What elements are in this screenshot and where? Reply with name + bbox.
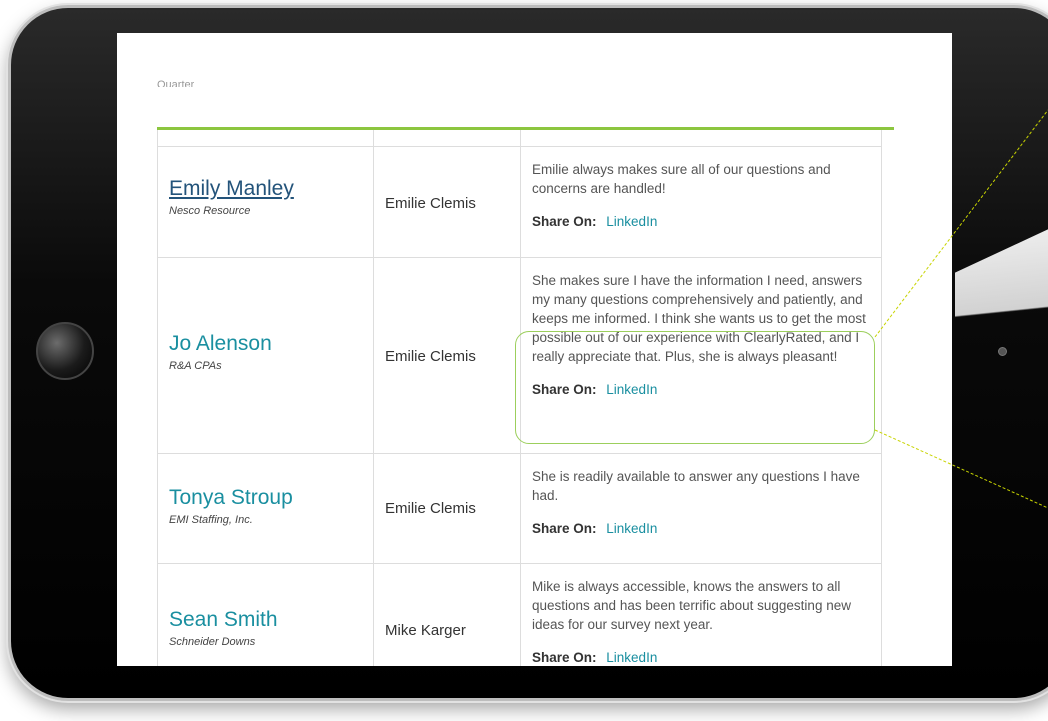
callout-lines bbox=[874, 109, 1048, 509]
callout-line-bottom bbox=[874, 429, 1048, 509]
callout-line-top bbox=[874, 109, 1048, 338]
